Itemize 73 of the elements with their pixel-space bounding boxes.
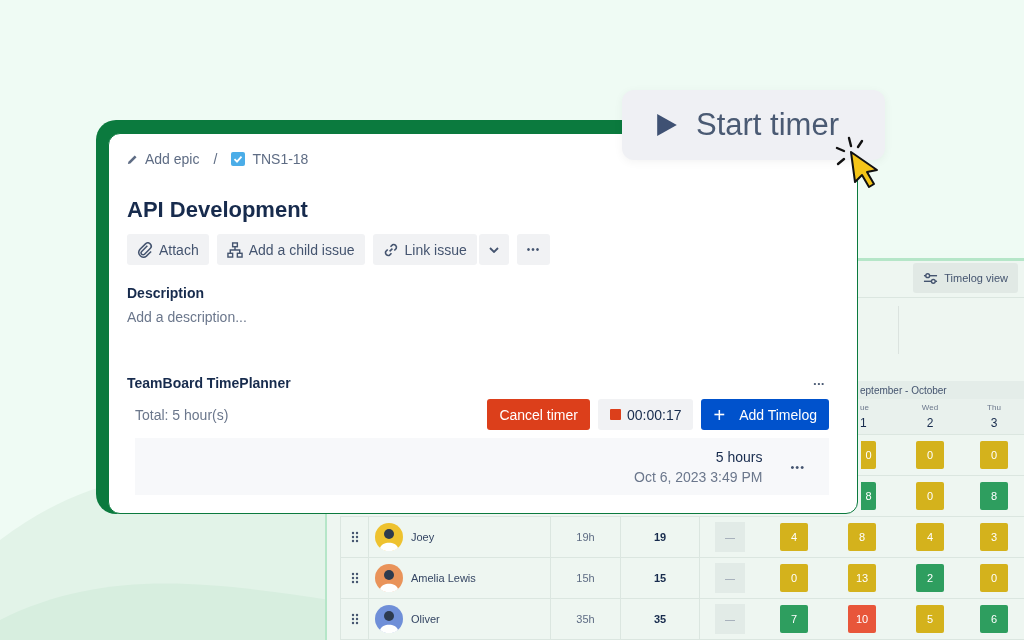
hours-badge[interactable]: 0 [980, 564, 1008, 592]
empty-marker: — [715, 604, 745, 634]
add-timelog-button[interactable]: + Add Timelog [701, 399, 829, 430]
issue-title: API Development [127, 196, 309, 224]
attach-button[interactable]: Attach [127, 234, 209, 265]
hours-badge[interactable]: 13 [848, 564, 876, 592]
entry-date: Oct 6, 2023 3:49 PM [634, 468, 763, 485]
day-date: 1 [860, 416, 867, 430]
empty-marker: — [715, 563, 745, 593]
timeplanner-title: TeamBoard TimePlanner [127, 375, 291, 391]
description-field[interactable]: Add a description... [127, 309, 427, 325]
timelog-view-button[interactable]: Timelog view [913, 263, 1018, 293]
hours-badge[interactable]: 0 [780, 564, 808, 592]
total-text: 15 [653, 572, 667, 584]
day-name: ue [860, 403, 869, 412]
caret-icon [488, 246, 499, 253]
person-name: Joey [411, 531, 435, 543]
start-timer-button[interactable]: Start timer [622, 90, 885, 160]
hours-badge[interactable]: 10 [848, 605, 876, 633]
paperclip-icon [137, 241, 153, 258]
avatar-icon [375, 605, 403, 633]
hours-badge[interactable]: 5 [916, 605, 944, 633]
add-child-issue-button[interactable]: Add a child issue [216, 234, 365, 265]
day-name: Wed [921, 403, 939, 412]
hours-text: 15h [576, 572, 595, 584]
hours-badge[interactable]: 0 [916, 482, 944, 510]
add-epic-link[interactable]: Add epic [127, 151, 200, 167]
pencil-icon [127, 153, 138, 165]
hours-badge[interactable]: 8 [848, 523, 876, 551]
day-date: 2 [926, 416, 934, 430]
hours-badge[interactable]: 2 [916, 564, 944, 592]
drag-handle-icon[interactable] [350, 531, 359, 543]
entry-menu-button[interactable]: ••• [784, 459, 811, 474]
hours-badge[interactable]: 0 [980, 441, 1008, 469]
more-actions-button[interactable]: ••• [516, 234, 551, 265]
play-icon [656, 113, 678, 137]
timeplanner-menu-button[interactable]: ••• [809, 378, 829, 388]
hierarchy-icon [226, 241, 243, 258]
link-icon [382, 241, 399, 258]
issue-key-link[interactable]: TNS1-18 [231, 151, 309, 167]
hours-badge[interactable]: 8 [980, 482, 1008, 510]
hours-badge[interactable]: 7 [780, 605, 808, 633]
sliders-icon [923, 270, 939, 286]
avatar-icon [375, 564, 403, 592]
timer-display: 00:00:17 [598, 399, 694, 430]
cancel-timer-button[interactable]: Cancel timer [487, 399, 590, 430]
person-name: Amelia Lewis [411, 572, 476, 584]
hours-badge[interactable]: 6 [980, 605, 1008, 633]
hours-badge[interactable]: 4 [780, 523, 808, 551]
link-issue-button[interactable]: Link issue [372, 234, 477, 265]
hours-badge[interactable]: 4 [916, 523, 944, 551]
checkbox-icon [231, 152, 246, 166]
drag-handle-icon[interactable] [350, 613, 359, 625]
total-text: 35 [653, 613, 667, 625]
hours-badge[interactable]: 0 [916, 441, 944, 469]
day-name: Thu [987, 403, 1001, 412]
drag-handle-icon[interactable] [350, 572, 359, 584]
person-name: Oliver [411, 613, 440, 625]
link-dropdown-button[interactable] [478, 234, 509, 265]
empty-marker: — [715, 522, 745, 552]
month-header: eptember - October [860, 384, 947, 396]
entry-hours: 5 hours [715, 448, 763, 465]
day-date: 3 [990, 416, 998, 430]
total-text: 19 [653, 531, 667, 543]
hours-text: 35h [576, 613, 595, 625]
hours-text: 19h [576, 531, 595, 543]
hours-badge[interactable]: 3 [980, 523, 1008, 551]
hours-badge[interactable]: 0 [861, 441, 876, 469]
breadcrumb-separator: / [213, 151, 218, 167]
hours-badge[interactable]: 8 [861, 482, 876, 510]
total-hours-text: Total: 5 hour(s) [135, 406, 229, 423]
description-label: Description [127, 285, 205, 301]
avatar-icon [375, 523, 403, 551]
